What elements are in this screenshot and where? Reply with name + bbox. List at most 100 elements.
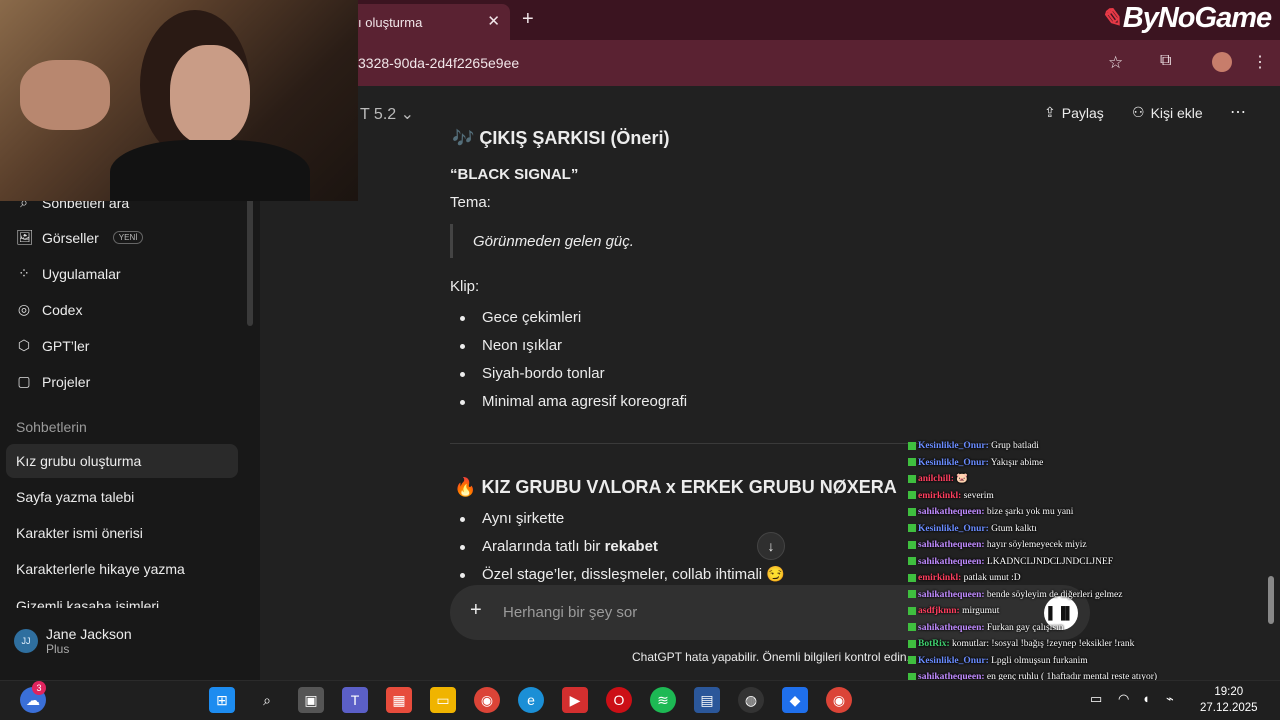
player-icon[interactable]: ▶	[562, 687, 588, 713]
chat-item[interactable]: Gizemli kasaba isimleri	[6, 588, 238, 608]
battery-icon[interactable]: ▭	[1090, 691, 1102, 707]
folder-icon[interactable]: ▭	[430, 687, 456, 713]
scroll-down-button[interactable]: ↓	[757, 532, 785, 560]
model-selector[interactable]: T 5.2 ⌄	[360, 104, 414, 124]
webcam-face	[170, 45, 250, 145]
sidebar-item-label: Codex	[42, 301, 83, 318]
chat-badge-icon	[908, 474, 916, 483]
disclaimer: ChatGPT hata yapabilir. Önemli bilgileri…	[632, 650, 910, 664]
chat-message: emirkinkl: severim	[908, 488, 1208, 505]
chat-nick: emirkinkl:	[918, 573, 962, 583]
chat-badge-icon	[908, 606, 916, 615]
rivalry-list: Aynı şirkette Aralarında tatlı bir rekab…	[450, 505, 785, 589]
chat-text: Lpgli olmuşsun furkanim	[991, 655, 1088, 666]
chat-nick: sahikathequeen:	[918, 589, 985, 600]
browser-tab[interactable]: ı oluşturma ✕	[340, 4, 510, 40]
webcam-hand	[20, 60, 110, 130]
url-field[interactable]: 3328-90da-2d4f2265e9ee	[358, 55, 519, 71]
chat-message: Kesinlikle_Onur: Yakışır abime	[908, 455, 1208, 472]
message-input[interactable]: Herhangi bir şey sor	[503, 604, 637, 621]
new-tab-button[interactable]: +	[522, 8, 534, 31]
close-icon[interactable]: ✕	[487, 12, 500, 30]
teams-icon[interactable]: T	[342, 687, 368, 713]
chat-nick: Kesinlikle_Onur:	[918, 655, 989, 666]
chat-item[interactable]: Karakter ismi önerisi	[6, 516, 238, 550]
sidebar-item-images[interactable]: 🖼 Görseller YENİ	[16, 229, 144, 246]
power-icon[interactable]: ⌁	[1166, 691, 1174, 707]
screen: ı oluşturma ✕ + ✎ ByNoGame 3328-90da-2d4f…	[0, 0, 1280, 720]
app-icon[interactable]: ◆	[782, 687, 808, 713]
chat-text: Grup batladi	[991, 441, 1039, 451]
start-icon[interactable]: ⊞	[209, 687, 235, 713]
chat-item-active[interactable]: Kız grubu oluşturma	[6, 444, 238, 478]
add-person-icon: ⚇	[1132, 104, 1145, 120]
sidebar-item-label: Uygulamalar	[42, 265, 121, 282]
volume-icon[interactable]: ◖	[1142, 691, 1150, 706]
add-person-button[interactable]: ⚇ Kişi ekle	[1132, 104, 1203, 121]
add-person-label: Kişi ekle	[1150, 104, 1203, 121]
docs-icon[interactable]: ▤	[694, 687, 720, 713]
list-item: Aralarında tatlı bir rekabet	[450, 533, 785, 561]
chat-nick: Kesinlikle_Onur:	[918, 457, 989, 468]
chat-item[interactable]: Sayfa yazma talebi	[6, 480, 238, 514]
obs-icon[interactable]: ◍	[738, 687, 764, 713]
blockquote: Görünmeden gelen güç.	[450, 224, 870, 258]
clock[interactable]: 19:20 27.12.2025	[1200, 684, 1258, 716]
klip-label: Klip:	[450, 278, 480, 295]
chat-badge-icon	[908, 656, 916, 665]
search-icon[interactable]: ⌕	[254, 687, 280, 713]
chat-text: severim	[963, 490, 994, 501]
chat-nick: sahikathequeen:	[918, 507, 985, 517]
sidebar-item-codex[interactable]: ◎ Codex	[16, 301, 83, 318]
user-plan: Plus	[46, 642, 70, 656]
chat-badge-icon	[908, 557, 916, 566]
chat-nick: emirkinkl:	[918, 490, 962, 501]
date: 27.12.2025	[1200, 702, 1258, 714]
task-view-icon[interactable]: ▣	[298, 687, 324, 713]
store-icon[interactable]: ▦	[386, 687, 412, 713]
opera-icon[interactable]: O	[606, 687, 632, 713]
avatar: JJ	[14, 629, 38, 653]
chrome-profile-icon[interactable]: ◉	[826, 687, 852, 713]
sidebar-item-apps[interactable]: ⁘ Uygulamalar	[16, 265, 121, 282]
chat-text: komutlar: !sosyal !bağış !zeynep !eksikl…	[952, 639, 1135, 649]
chat-badge-icon	[908, 491, 916, 500]
chat-nick: anilchill:	[918, 474, 954, 484]
chrome-icon[interactable]: ◉	[474, 687, 500, 713]
share-button[interactable]: ⇪ Paylaş	[1044, 104, 1104, 121]
browser-menu-icon[interactable]: ⋮	[1252, 52, 1268, 72]
chat-message: emirkinkl: patlak umut :D	[908, 570, 1208, 587]
chat-badge-icon	[908, 590, 916, 599]
extensions-icon[interactable]: ⧉	[1160, 52, 1171, 70]
sidebar-item-gpts[interactable]: ⬡ GPT’ler	[16, 337, 90, 354]
chat-message: BotRix: komutlar: !sosyal !bağış !zeynep…	[908, 636, 1208, 653]
webcam-overlay	[0, 0, 358, 201]
chat-item[interactable]: Karakterlerle hikaye yazma	[6, 552, 238, 586]
user-menu[interactable]: JJ Jane Jackson Plus	[14, 626, 132, 656]
chat-nick: BotRix:	[918, 639, 950, 649]
sidebar-item-projects[interactable]: ▢ Projeler	[16, 373, 90, 390]
chat-badge-icon	[908, 623, 916, 632]
wifi-icon[interactable]: ◠	[1118, 691, 1129, 707]
list-item: Minimal ama agresif koreografi	[450, 388, 687, 416]
chat-nick: Kesinlikle_Onur:	[918, 523, 989, 534]
list-item: Aynı şirkette	[450, 505, 785, 533]
more-options-icon[interactable]: ⋯	[1230, 102, 1246, 122]
edge-icon[interactable]: e	[518, 687, 544, 713]
chat-text: bende söyleyim de diğerleri gelmez	[986, 589, 1123, 600]
chat-message: sahikathequeen: bende söyleyim de diğerl…	[908, 587, 1208, 604]
music-icon: 🎶	[452, 128, 480, 148]
image-icon: 🖼	[16, 229, 34, 245]
bookmark-star-icon[interactable]: ☆	[1108, 53, 1123, 73]
profile-avatar[interactable]	[1212, 52, 1232, 72]
chat-nick: sahikathequeen:	[918, 540, 985, 550]
spotify-icon[interactable]: ≋	[650, 687, 676, 713]
tema-label: Tema:	[450, 194, 491, 211]
new-badge: YENİ	[112, 231, 144, 244]
chat-text: patlak umut :D	[963, 573, 1021, 583]
chat-message: sahikathequeen: bize şarkı yok mu yani	[908, 504, 1208, 521]
brand-text: ByNoGame	[1122, 2, 1272, 34]
main-scrollbar[interactable]	[1268, 576, 1274, 624]
attach-plus-icon[interactable]: +	[470, 599, 482, 622]
chat-text: LKADNCLJNDCLJNDCLJNEF	[986, 556, 1114, 567]
